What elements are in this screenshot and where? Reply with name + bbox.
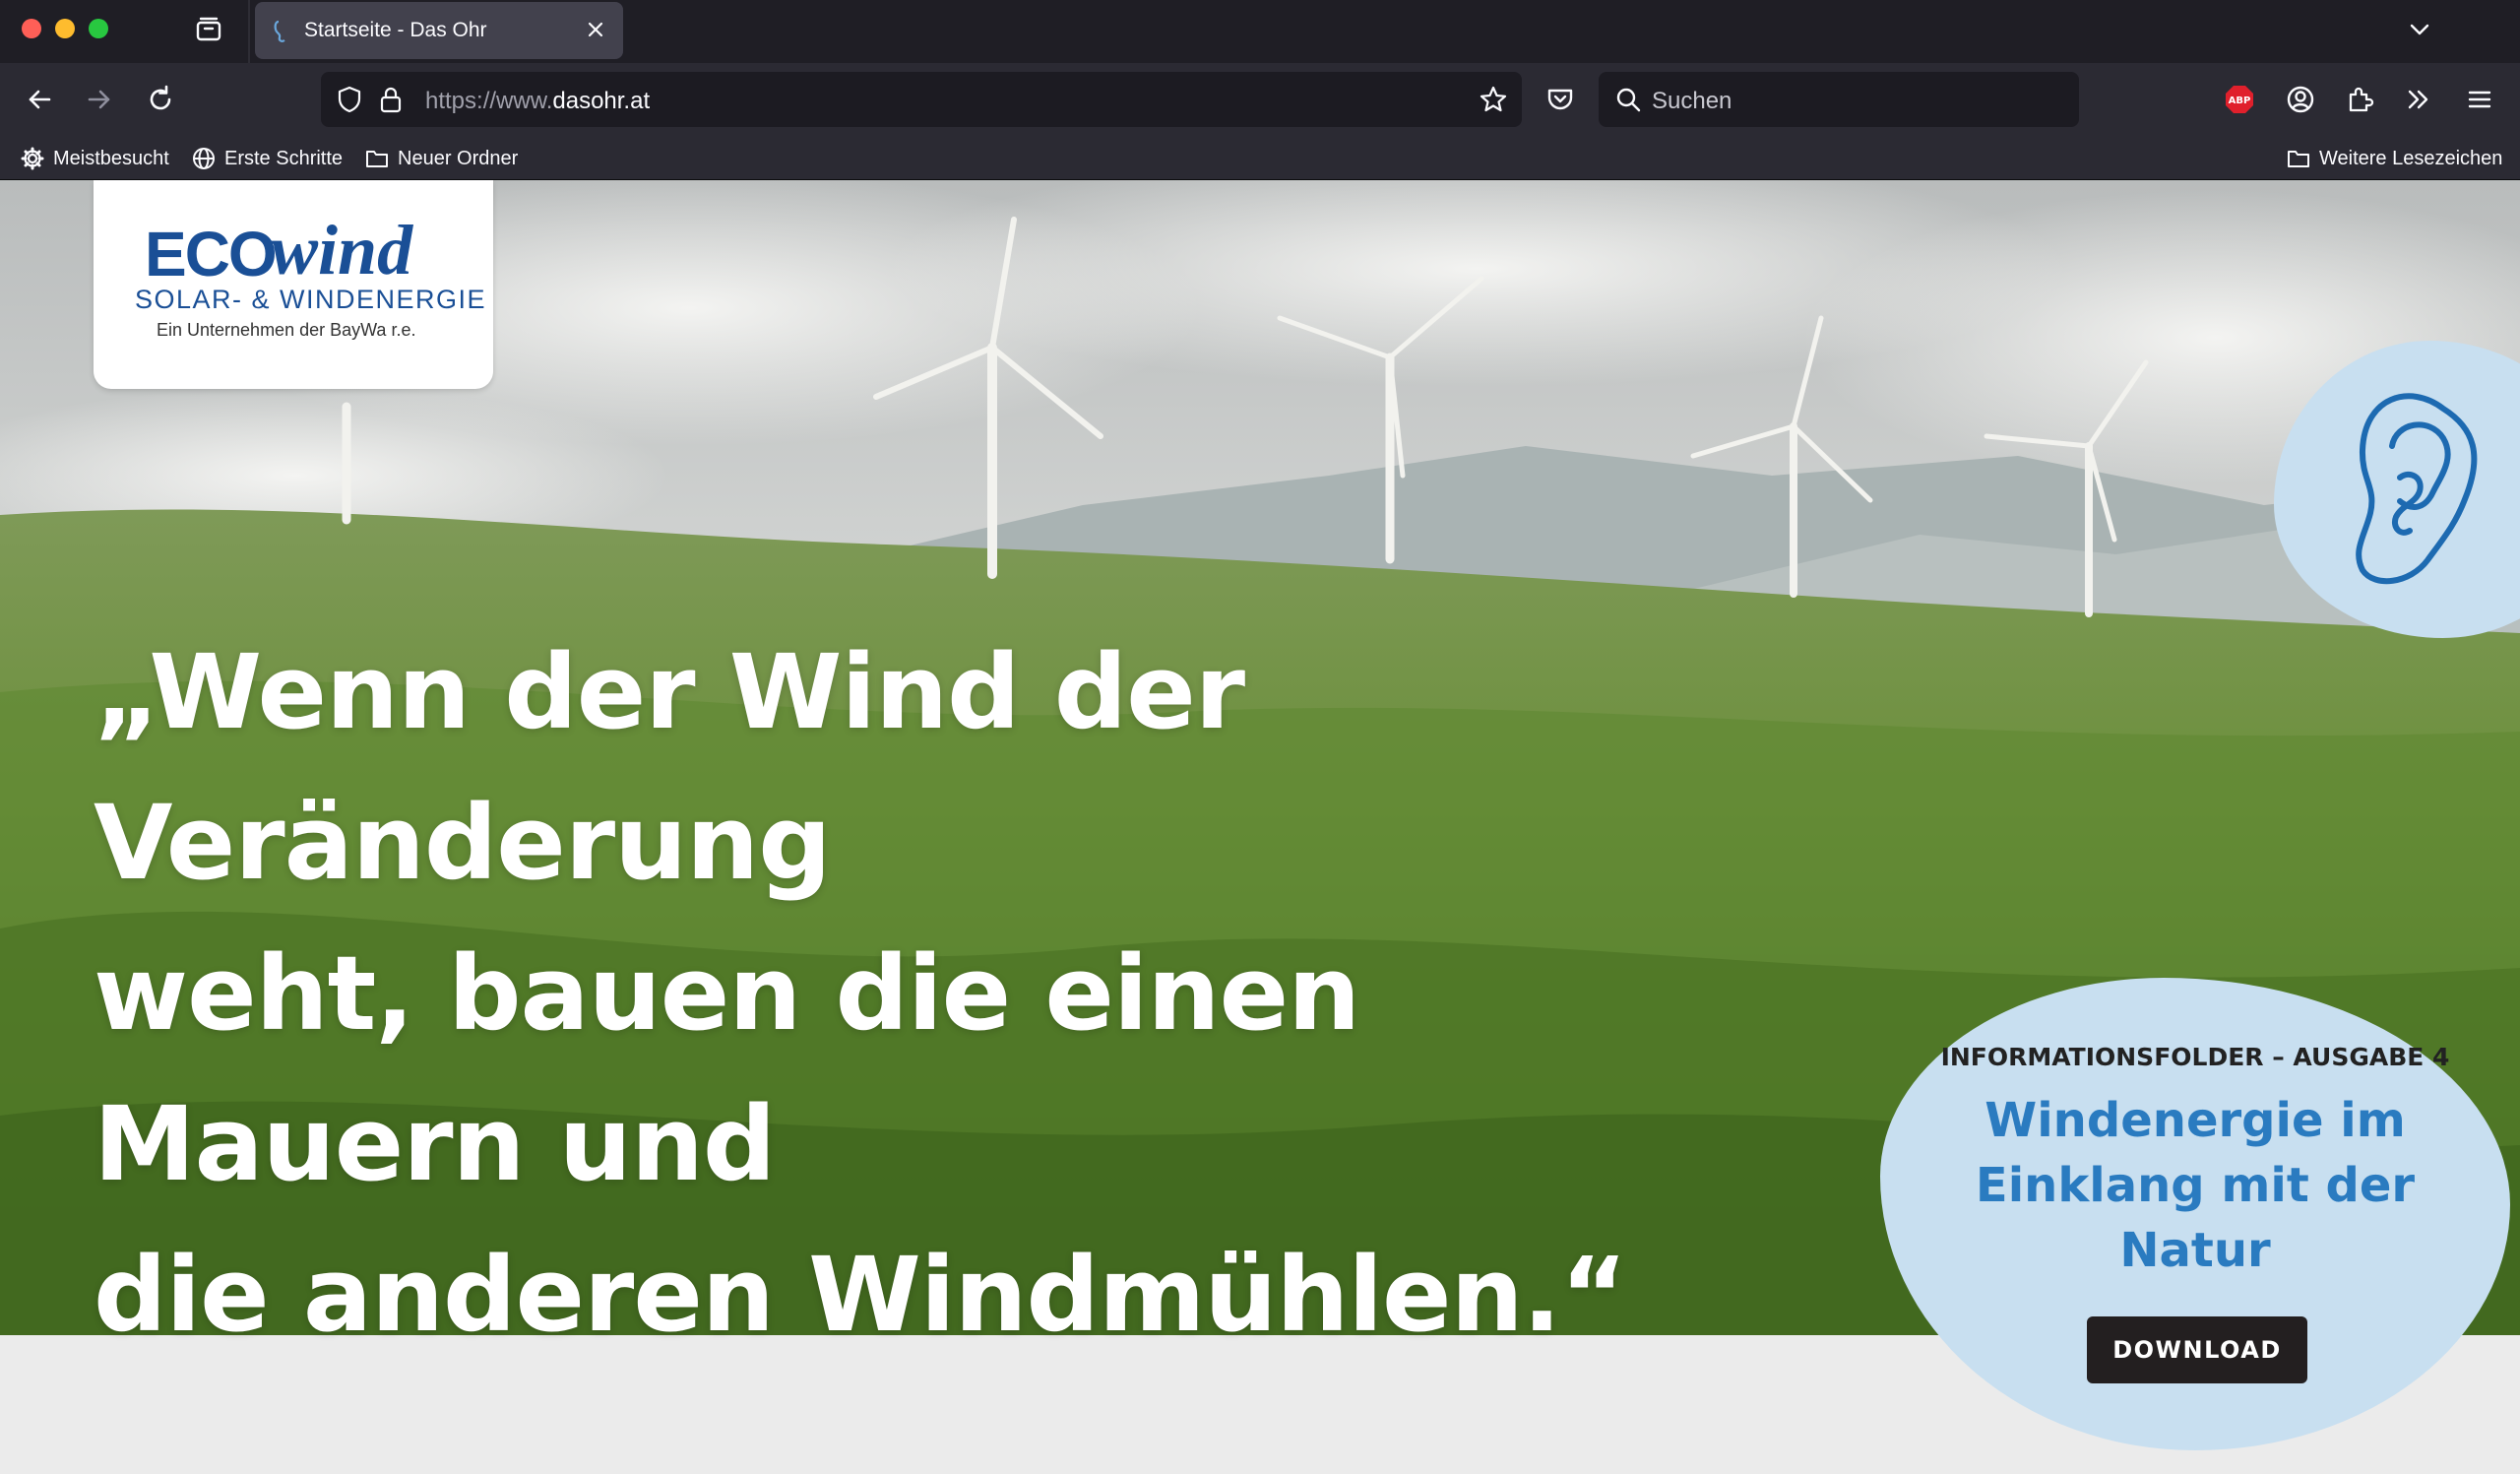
- quote-line: weht, bauen die einen Mauern und: [94, 933, 1360, 1204]
- overflow-chevrons-icon[interactable]: [2402, 83, 2435, 116]
- quote-line: „Wenn der Wind der Veränderung: [94, 632, 1245, 903]
- lock-icon[interactable]: [378, 85, 404, 114]
- favicon-icon: [274, 20, 285, 42]
- url-host: dasohr.at: [552, 88, 651, 114]
- bookmark-neuer-ordner[interactable]: Neuer Ordner: [364, 144, 518, 173]
- tab-bar: Startseite - Das Ohr: [0, 0, 2520, 63]
- search-bar[interactable]: Suchen: [1599, 72, 2079, 127]
- close-window-button[interactable]: [22, 19, 41, 38]
- reload-icon[interactable]: [144, 83, 177, 116]
- download-button[interactable]: DOWNLOAD: [2087, 1316, 2307, 1383]
- folder-icon: [2288, 151, 2309, 167]
- tab-title: Startseite - Das Ohr: [304, 19, 487, 41]
- logo-subtitle: SOLAR- & WINDENERGIE: [135, 285, 487, 314]
- url-bar[interactable]: https://www.dasohr.at: [321, 72, 1522, 127]
- close-tab-icon[interactable]: [582, 16, 609, 43]
- zoom-window-button[interactable]: [89, 19, 108, 38]
- folder-title: Windenergie im Einklang mit der Natur: [1929, 1088, 2461, 1283]
- chevron-down-icon[interactable]: [2404, 14, 2435, 45]
- minimize-window-button[interactable]: [55, 19, 75, 38]
- bookmark-label: Neuer Ordner: [398, 147, 519, 169]
- pocket-icon[interactable]: [1544, 83, 1577, 116]
- tab-separator: [248, 0, 250, 63]
- search-placeholder: Suchen: [1652, 88, 1732, 114]
- quote-line: die anderen Windmühlen.“: [94, 1235, 1627, 1355]
- web-page: ECO wind SOLAR- & WINDENERGIE Ein Untern…: [0, 180, 2520, 1474]
- search-icon: [1616, 88, 1641, 112]
- navigation-toolbar: https://www.dasohr.at Suchen ABP: [0, 63, 2520, 138]
- adblock-label: ABP: [2229, 96, 2251, 106]
- url-scheme: https://www.: [425, 88, 553, 114]
- hero-quote: „Wenn der Wind der Veränderung weht, bau…: [94, 617, 1767, 1371]
- folder-title-line: Windenergie im: [1984, 1093, 2406, 1148]
- bookmark-erste-schritte[interactable]: Erste Schritte: [191, 144, 343, 173]
- adblock-icon[interactable]: ABP: [2223, 83, 2256, 116]
- bookmark-weitere-lesezeichen[interactable]: Weitere Lesezeichen: [2286, 144, 2502, 173]
- ear-icon: [2356, 393, 2478, 585]
- star-bookmark-icon[interactable]: [1479, 85, 1508, 114]
- logo-tagline: Ein Unternehmen der BayWa r.e.: [157, 320, 416, 340]
- bookmark-label: Meistbesucht: [53, 147, 169, 169]
- bookmark-meistbesucht[interactable]: Meistbesucht: [20, 144, 169, 173]
- bookmark-label: Weitere Lesezeichen: [2319, 147, 2503, 169]
- active-tab[interactable]: Startseite - Das Ohr: [255, 2, 623, 59]
- account-icon[interactable]: [2284, 83, 2317, 116]
- logo-eco-text: ECO: [145, 219, 278, 289]
- folder-kicker: INFORMATIONSFOLDER – AUSGABE 4: [1940, 1043, 2450, 1071]
- back-arrow-icon[interactable]: [23, 83, 56, 116]
- logo-wind-text: wind: [271, 211, 413, 289]
- gear-icon: [21, 147, 44, 170]
- url-text[interactable]: https://www.dasohr.at: [425, 88, 650, 115]
- folder-title-line: Natur: [2119, 1223, 2271, 1278]
- ecowind-logo[interactable]: ECO wind SOLAR- & WINDENERGIE Ein Untern…: [94, 180, 493, 389]
- bookmarks-toolbar: Meistbesucht Erste Schritte Neuer Ordner…: [0, 138, 2520, 180]
- shield-icon[interactable]: [335, 85, 364, 114]
- folder-icon: [366, 151, 388, 167]
- bookmark-label: Erste Schritte: [224, 147, 344, 169]
- tab-overview-icon[interactable]: [193, 14, 224, 45]
- hamburger-menu-icon[interactable]: [2463, 83, 2496, 116]
- folder-title-line: Einklang mit der: [1975, 1158, 2416, 1213]
- extensions-puzzle-icon[interactable]: [2343, 83, 2376, 116]
- forward-arrow-icon[interactable]: [83, 83, 116, 116]
- globe-icon: [193, 148, 215, 169]
